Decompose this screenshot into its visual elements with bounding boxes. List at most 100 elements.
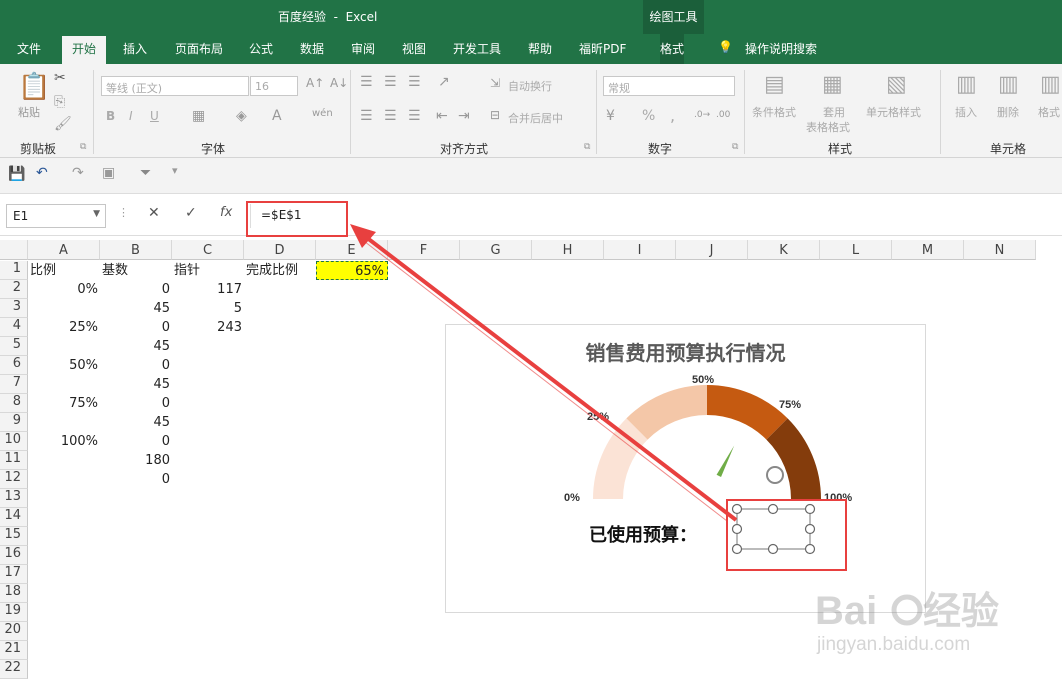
row-header-2[interactable]: 2 [0, 280, 28, 299]
tab-formulas[interactable]: 公式 [249, 40, 273, 57]
row-header-21[interactable]: 21 [0, 641, 28, 660]
gauge-chart[interactable]: 销售费用预算执行情况 0% 25% 50% 75% 100% 已使用预算： [445, 324, 926, 613]
tab-developer[interactable]: 开发工具 [453, 40, 501, 57]
rotate-handle-icon[interactable] [766, 466, 784, 484]
cell-styles-icon[interactable]: ▧ [886, 72, 907, 97]
top-align-icon[interactable]: ☰ [360, 74, 373, 90]
column-header-F[interactable]: F [388, 240, 460, 260]
tab-data[interactable]: 数据 [300, 40, 324, 57]
cell-B9[interactable]: 45 [102, 413, 170, 432]
insert-function-icon[interactable]: fx [220, 205, 232, 220]
column-header-M[interactable]: M [892, 240, 964, 260]
dialog-launcher-icon[interactable]: ⧉ [732, 142, 738, 152]
cell-A2[interactable]: 0% [30, 280, 98, 299]
cell-B11[interactable]: 180 [102, 451, 170, 470]
cell-B7[interactable]: 45 [102, 375, 170, 394]
fill-color-icon[interactable]: ◈ [236, 108, 247, 124]
tab-help[interactable]: 帮助 [528, 40, 552, 57]
increase-decimal-icon[interactable]: .0→ [694, 110, 710, 120]
row-header-5[interactable]: 5 [0, 337, 28, 356]
number-format-dropdown[interactable]: 常规 [603, 76, 735, 96]
row-header-3[interactable]: 3 [0, 299, 28, 318]
conditional-format-icon[interactable]: ▤ [764, 72, 785, 97]
cell-E1[interactable]: 65% [316, 261, 388, 280]
paste-button[interactable]: 粘贴 [18, 104, 40, 120]
row-header-9[interactable]: 9 [0, 413, 28, 432]
row-header-4[interactable]: 4 [0, 318, 28, 337]
percent-button[interactable]: % [642, 108, 655, 124]
row-header-8[interactable]: 8 [0, 394, 28, 413]
wrap-text-button[interactable]: 自动换行 [508, 78, 552, 94]
row-header-22[interactable]: 22 [0, 660, 28, 679]
cell-B12[interactable]: 0 [102, 470, 170, 489]
row-header-17[interactable]: 17 [0, 565, 28, 584]
cell-D1[interactable]: 完成比例 [246, 261, 314, 280]
row-header-7[interactable]: 7 [0, 375, 28, 394]
phonetic-icon[interactable]: wén [312, 108, 333, 119]
italic-button[interactable]: I [129, 109, 133, 123]
dialog-launcher-icon[interactable]: ⧉ [80, 142, 86, 152]
row-header-16[interactable]: 16 [0, 546, 28, 565]
orientation-icon[interactable]: ↗ [438, 74, 450, 90]
cell-C3[interactable]: 5 [174, 299, 242, 318]
comma-button[interactable]: , [670, 106, 675, 125]
underline-button[interactable]: U [150, 109, 159, 123]
cut-icon[interactable]: ✂ [54, 70, 66, 86]
row-header-12[interactable]: 12 [0, 470, 28, 489]
font-name-dropdown[interactable]: 等线 (正文) [101, 76, 249, 96]
copy-icon[interactable]: ⎘ [54, 94, 65, 110]
merge-icon[interactable]: ⊟ [490, 108, 500, 122]
row-header-10[interactable]: 10 [0, 432, 28, 451]
column-header-E[interactable]: E [316, 240, 388, 260]
conditional-format-button[interactable]: 条件格式 [752, 104, 796, 120]
cell-B2[interactable]: 0 [102, 280, 170, 299]
column-header-I[interactable]: I [604, 240, 676, 260]
select-all-corner[interactable] [0, 240, 28, 260]
column-header-J[interactable]: J [676, 240, 748, 260]
paste-icon[interactable]: 📋 [18, 72, 50, 102]
format-cells-button[interactable]: 格式 [1038, 104, 1060, 120]
merge-center-button[interactable]: 合并后居中 [508, 110, 563, 126]
decrease-font-icon[interactable]: A↓ [330, 76, 348, 90]
row-header-18[interactable]: 18 [0, 584, 28, 603]
cell-A1[interactable]: 比例 [30, 261, 98, 280]
tab-file[interactable]: 文件 [17, 40, 41, 57]
cell-B5[interactable]: 45 [102, 337, 170, 356]
cell-A6[interactable]: 50% [30, 356, 98, 375]
tab-review[interactable]: 审阅 [351, 40, 375, 57]
tab-format[interactable]: 格式 [660, 34, 685, 64]
column-header-K[interactable]: K [748, 240, 820, 260]
column-header-A[interactable]: A [28, 240, 100, 260]
row-header-1[interactable]: 1 [0, 261, 28, 280]
cell-B8[interactable]: 0 [102, 394, 170, 413]
cancel-icon[interactable]: ✕ [148, 205, 160, 221]
format-cells-icon[interactable]: ▥ [1040, 72, 1061, 97]
cell-A10[interactable]: 100% [30, 432, 98, 451]
cell-C4[interactable]: 243 [174, 318, 242, 337]
middle-align-icon[interactable]: ☰ [384, 74, 397, 90]
align-right-icon[interactable]: ☰ [408, 108, 421, 124]
save-icon[interactable]: 💾 [8, 166, 25, 182]
format-as-table-icon[interactable]: ▦ [822, 72, 843, 97]
row-header-14[interactable]: 14 [0, 508, 28, 527]
chevron-down-icon[interactable]: ▼ [93, 209, 100, 219]
cell-A8[interactable]: 75% [30, 394, 98, 413]
cell-C1[interactable]: 指针 [174, 261, 242, 280]
enter-icon[interactable]: ✓ [185, 205, 197, 221]
tab-home[interactable]: 开始 [62, 36, 107, 64]
row-header-20[interactable]: 20 [0, 622, 28, 641]
row-header-15[interactable]: 15 [0, 527, 28, 546]
cell-B3[interactable]: 45 [102, 299, 170, 318]
tab-view[interactable]: 视图 [402, 40, 426, 57]
column-header-B[interactable]: B [100, 240, 172, 260]
formula-input[interactable]: =$E$1 [250, 204, 1060, 228]
cell-B6[interactable]: 0 [102, 356, 170, 375]
format-painter-icon[interactable]: 🖌 [54, 116, 72, 132]
column-header-G[interactable]: G [460, 240, 532, 260]
align-center-icon[interactable]: ☰ [384, 108, 397, 124]
column-header-D[interactable]: D [244, 240, 316, 260]
filter-icon[interactable]: ⏷ [140, 165, 151, 181]
column-header-L[interactable]: L [820, 240, 892, 260]
cell-B1[interactable]: 基数 [102, 261, 170, 280]
cell-styles-button[interactable]: 单元格样式 [866, 104, 921, 120]
